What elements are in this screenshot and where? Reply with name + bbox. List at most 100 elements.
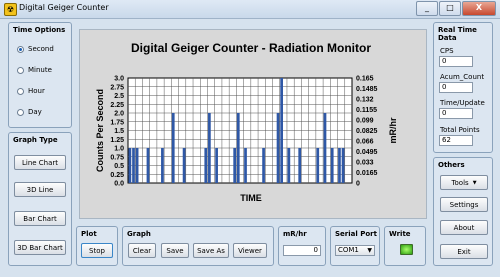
bar <box>161 148 164 183</box>
radio-label: Day <box>28 108 42 116</box>
y-tick-label: 2.75 <box>110 84 124 91</box>
serial-port-panel: Serial Port COM1 ▼ <box>330 226 380 266</box>
radio-hour[interactable]: Hour <box>17 87 45 95</box>
bar <box>338 148 341 183</box>
y-axis-label: Counts Per Second <box>95 89 105 172</box>
y-tick-label: 2.5 <box>114 93 124 100</box>
close-button[interactable]: X <box>462 1 496 16</box>
bar <box>276 113 280 183</box>
time-options-title: Time Options <box>13 26 66 34</box>
bar <box>204 148 208 183</box>
maximize-button[interactable]: □ <box>439 1 461 16</box>
y-tick-label: 0.25 <box>110 172 124 179</box>
save-as-button[interactable]: Save As <box>193 243 229 258</box>
stop-button[interactable]: Stop <box>81 243 113 258</box>
graph-type-title: Graph Type <box>13 136 58 144</box>
total-points-label: Total Points <box>440 126 480 134</box>
radiation-chart: Digital Geiger Counter - Radiation Monit… <box>95 41 398 203</box>
radio-dot-icon <box>17 87 24 95</box>
y2-tick-label: 0 <box>356 181 360 188</box>
bar-chart-button[interactable]: Bar Chart <box>14 211 66 226</box>
radiation-icon: ☢ <box>4 3 17 16</box>
bar <box>341 148 345 183</box>
chart-area: Digital Geiger Counter - Radiation Monit… <box>79 29 427 219</box>
mr-hr-field: 0 <box>283 245 321 256</box>
3d-bar-chart-button[interactable]: 3D Bar Chart <box>14 240 66 255</box>
plot-panel: Plot Stop <box>76 226 118 266</box>
others-title: Others <box>438 161 465 169</box>
bar <box>128 148 132 183</box>
3d-line-button[interactable]: 3D Line <box>14 182 66 197</box>
y2-tick-label: 0.0495 <box>356 149 378 156</box>
y2-tick-label: 0.066 <box>356 139 374 146</box>
radio-label: Minute <box>28 66 52 74</box>
y2-tick-label: 0.0825 <box>356 128 378 135</box>
bar <box>287 148 291 183</box>
serial-port-select[interactable]: COM1 ▼ <box>335 245 375 256</box>
write-panel: Write <box>384 226 426 266</box>
y-tick-label: 0.5 <box>114 163 124 170</box>
chart-title: Digital Geiger Counter - Radiation Monit… <box>131 41 371 55</box>
radio-day[interactable]: Day <box>17 108 42 116</box>
y2-tick-label: 0.165 <box>356 76 374 83</box>
y2-tick-label: 0.0165 <box>356 170 378 177</box>
time-update-field: 0 <box>439 108 473 119</box>
graph-title: Graph <box>127 230 151 238</box>
window-title: Digital Geiger Counter <box>19 3 109 12</box>
serial-port-title: Serial Port <box>335 230 377 238</box>
y-tick-label: 2.0 <box>114 111 124 118</box>
radio-second[interactable]: Second <box>17 45 54 53</box>
clear-button[interactable]: Clear <box>128 243 156 258</box>
y-tick-label: 1.0 <box>114 146 124 153</box>
settings-button[interactable]: Settings <box>440 197 488 212</box>
radio-dot-icon <box>17 108 24 116</box>
line-chart-button[interactable]: Line Chart <box>14 155 66 170</box>
dropdown-arrow-icon: ▼ <box>472 179 477 186</box>
x-axis-label: TIME <box>240 193 262 203</box>
y-tick-label: 1.75 <box>110 119 124 126</box>
write-title: Write <box>389 230 411 238</box>
bar <box>215 148 218 183</box>
about-button[interactable]: About <box>440 220 488 235</box>
time-update-label: Time/Update <box>440 99 485 107</box>
title-bar: ☢ Digital Geiger Counter _ □ X <box>0 0 500 19</box>
cps-label: CPS <box>440 47 454 55</box>
graph-type-panel: Graph Type Line Chart 3D Line Bar Chart … <box>8 132 72 266</box>
plot-title: Plot <box>81 230 97 238</box>
viewer-button[interactable]: Viewer <box>233 243 267 258</box>
bar <box>280 78 283 183</box>
y-tick-label: 1.5 <box>114 128 124 135</box>
y-tick-label: 0.75 <box>110 154 124 161</box>
save-button[interactable]: Save <box>161 243 189 258</box>
acum-count-label: Acum_Count <box>440 73 485 81</box>
radio-label: Second <box>28 45 54 53</box>
mr-hr-panel: mR/hr 0 <box>278 226 326 266</box>
bar <box>208 113 211 183</box>
bar <box>323 113 327 183</box>
minimize-button[interactable]: _ <box>416 1 438 16</box>
y2-tick-label: 0.1485 <box>356 86 378 93</box>
y2-tick-label: 0.132 <box>356 97 374 104</box>
acum-count-field: 0 <box>439 82 473 93</box>
bar <box>298 148 302 183</box>
bar <box>146 148 150 183</box>
radio-dot-icon <box>17 66 24 74</box>
bar <box>262 148 265 183</box>
tools-dropdown-button[interactable]: Tools ▼ <box>440 175 488 190</box>
y2-tick-label: 0.099 <box>356 118 374 125</box>
time-options-panel: Time Options Second Minute Hour Day <box>8 22 72 128</box>
write-indicator-led <box>400 244 413 255</box>
y2-tick-label: 0.1155 <box>356 107 377 114</box>
radio-label: Hour <box>28 87 45 95</box>
radio-minute[interactable]: Minute <box>17 66 52 74</box>
y-tick-label: 2.25 <box>110 102 124 109</box>
y-tick-label: 0.0 <box>114 181 124 188</box>
exit-button[interactable]: Exit <box>440 244 488 259</box>
bar <box>244 148 247 183</box>
mr-hr-title: mR/hr <box>283 230 307 238</box>
cps-field: 0 <box>439 56 473 67</box>
window-controls: _ □ X <box>416 1 496 16</box>
y-tick-label: 3.0 <box>114 76 124 83</box>
real-time-data-title: Real Time Data <box>438 26 477 42</box>
y2-axis-label: mR/hr <box>388 117 398 144</box>
